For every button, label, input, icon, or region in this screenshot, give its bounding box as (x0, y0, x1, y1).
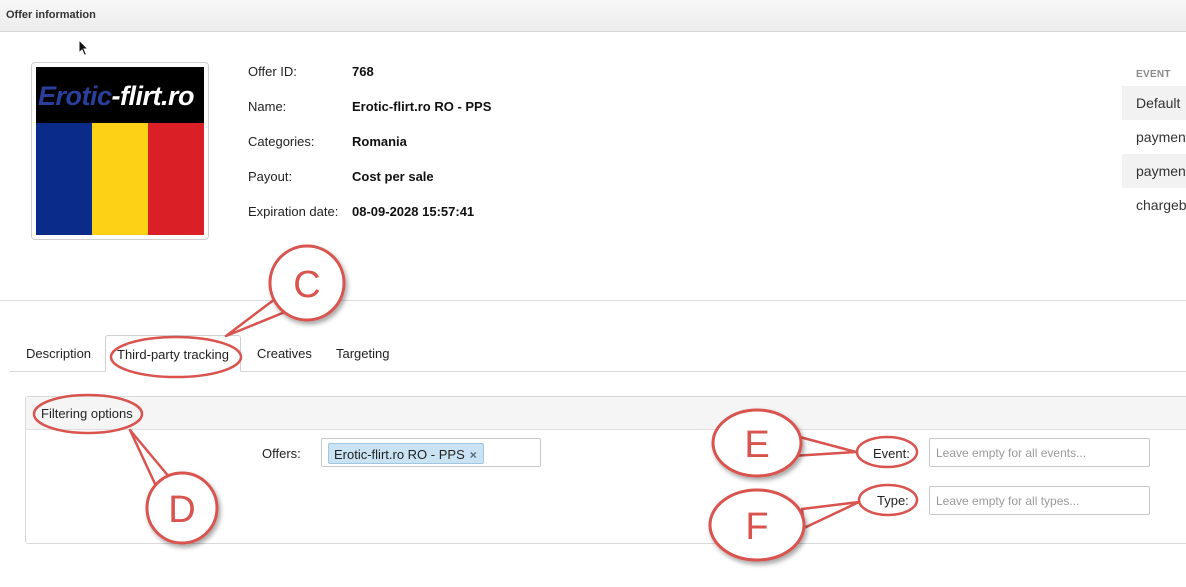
event-input[interactable] (929, 438, 1150, 467)
window-title: Offer information (6, 9, 96, 21)
callout-c-pointer (224, 294, 292, 338)
event-row[interactable]: Default (1122, 86, 1186, 120)
name-label: Name: (248, 99, 287, 114)
flag-stripe-blue (36, 123, 92, 235)
name-value: Erotic-flirt.ro RO - PPS (352, 99, 492, 114)
offers-select[interactable]: Erotic-flirt.ro RO - PPS × (321, 438, 541, 467)
expiration-date-value: 08-09-2028 15:57:41 (352, 204, 475, 219)
tab-description[interactable]: Description (26, 335, 91, 372)
event-row[interactable]: paymen (1122, 120, 1186, 154)
event-table: EVENT Default paymen paymen chargeb (1122, 62, 1186, 227)
offer-id-value: 768 (352, 64, 374, 79)
payout-label: Payout: (248, 169, 293, 184)
event-label: Event: (873, 446, 910, 461)
event-column-header: EVENT (1136, 69, 1171, 80)
categories-value: Romania (352, 134, 407, 149)
filtering-options-panel: Filtering options (25, 396, 1186, 544)
offer-chip-label: Erotic-flirt.ro RO - PPS (334, 447, 465, 462)
tab-targeting[interactable]: Targeting (336, 335, 389, 372)
type-label: Type: (877, 493, 909, 508)
flag-stripe-yellow (92, 123, 148, 235)
filtering-options-header[interactable]: Filtering options (26, 397, 1186, 430)
filtering-options-title: Filtering options (41, 406, 133, 421)
type-input[interactable] (929, 486, 1150, 515)
offer-logo: Erotic-flirt.ro (31, 62, 209, 240)
logo-banner: Erotic-flirt.ro (36, 67, 204, 123)
categories-label: Categories: (248, 134, 315, 149)
title-bar: Offer information (0, 0, 1186, 32)
offers-label: Offers: (262, 446, 301, 461)
payout-value: Cost per sale (352, 169, 434, 184)
expiration-date-label: Expiration date: (248, 204, 339, 219)
tab-creatives[interactable]: Creatives (257, 335, 312, 372)
section-divider (0, 300, 1186, 301)
callout-c-bubble (268, 244, 346, 322)
event-row[interactable]: paymen (1122, 154, 1186, 188)
offer-chip: Erotic-flirt.ro RO - PPS × (328, 443, 484, 464)
mouse-cursor-icon (78, 39, 90, 57)
event-row[interactable]: chargeb (1122, 188, 1186, 222)
remove-chip-icon[interactable]: × (470, 448, 477, 462)
tab-third-party-tracking[interactable]: Third-party tracking (105, 335, 241, 372)
logo-text: Erotic-flirt.ro (38, 81, 195, 111)
offer-id-label: Offer ID: (248, 64, 297, 79)
flag-stripe-red (148, 123, 204, 235)
